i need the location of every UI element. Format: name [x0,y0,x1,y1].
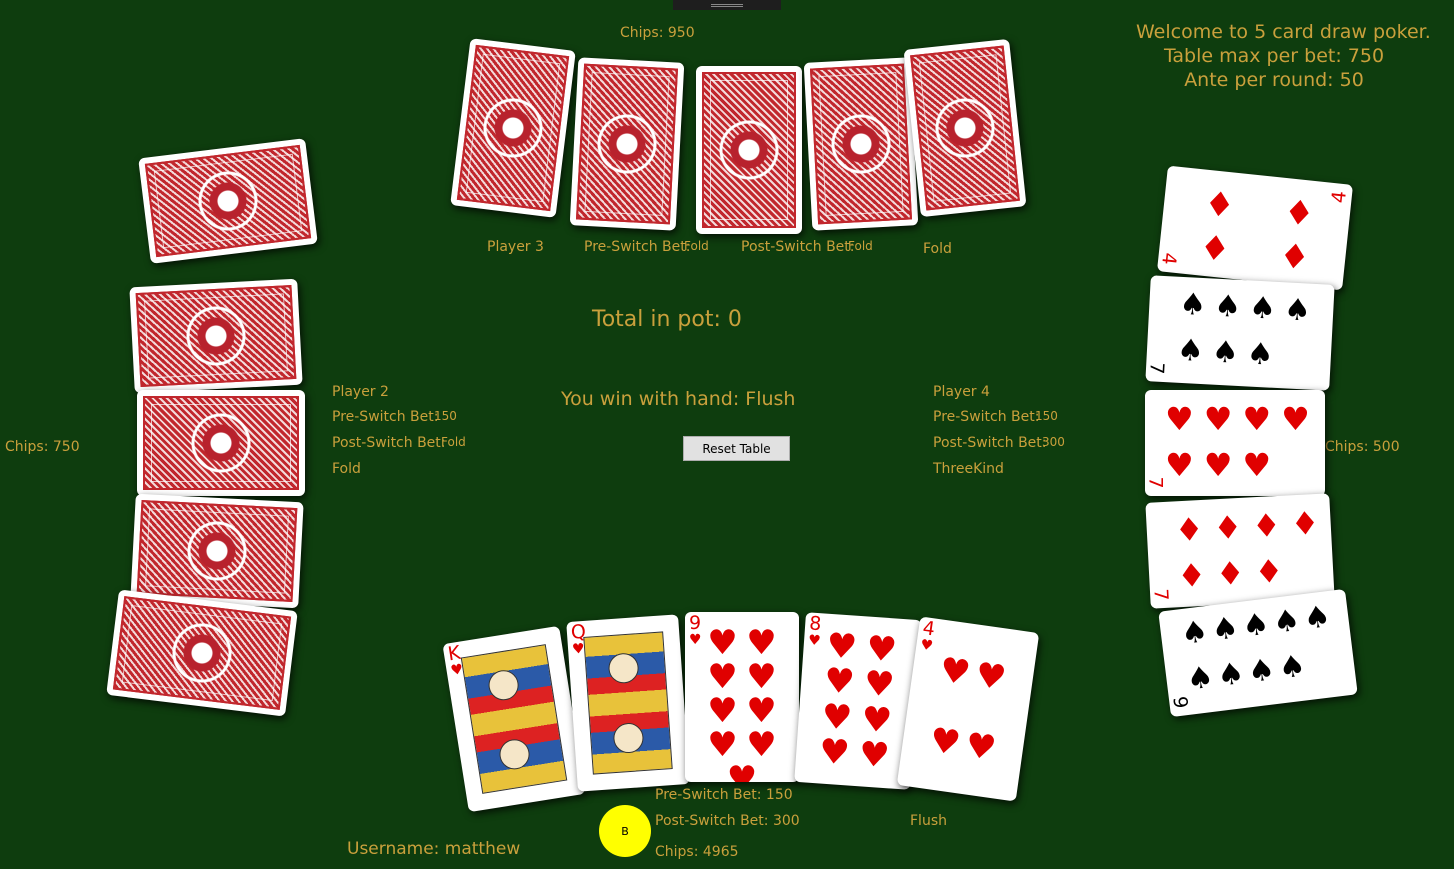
dealer-button: B [599,805,651,857]
diamond-icon: ♦ [1277,235,1312,279]
player2-pre-switch-value: 150 [434,409,457,423]
player4-chips: Chips: 500 [1325,439,1400,455]
playing-card: 9 ♠♠♠♠♠ ♠♠♠♠ [1158,588,1358,718]
win-message: You win with hand: Flush [561,388,796,410]
heart-icon: ♥ [919,636,935,655]
player2-pre-switch-label: Pre-Switch Bet: [332,409,439,425]
welcome-line: Welcome to 5 card draw poker. [1136,21,1431,43]
player4-post-switch-label: Post-Switch Bet: [933,435,1047,451]
card-back [106,589,298,717]
queen-figure [583,631,673,775]
player4-name: Player 4 [933,384,990,400]
diamond-pips: ♦♦♦♦ [1173,503,1331,550]
reset-table-button[interactable]: Reset Table [683,436,790,461]
heart-pips: ♥♥♥♥ [1165,400,1320,438]
player4-hand-result: ThreeKind [933,461,1004,477]
spade-pips: ♠♠♠♠ [1184,647,1312,698]
diamond-pips: ♦♦♦ [1176,551,1295,596]
player3-pre-switch-value: Fold [684,239,709,253]
spade-pips: ♠♠♠♠ [1178,286,1320,330]
playing-card: 7 ♠♠♠♠ ♠♠♠ [1145,275,1335,391]
card-rank: 8 [808,612,823,636]
ante-line: Ante per round: 50 [1184,69,1364,91]
card-back [138,138,318,264]
player2-name: Player 2 [332,384,389,400]
heart-icon: ♥ [807,632,822,650]
diamond-icon: ♦ [1202,183,1237,227]
player2-chips: Chips: 750 [5,439,80,455]
player4-pre-switch-label: Pre-Switch Bet: [933,409,1040,425]
card-rank: 4 [1327,189,1351,205]
spade-pips: ♠♠♠ [1176,332,1283,374]
card-rank: 7 [1149,588,1173,602]
player3-pre-switch-label: Pre-Switch Bet: [584,239,691,255]
heart-pips: ♥ ♥ ♥ ♥ ♥ ♥ ♥ ♥ [817,625,899,777]
card-back [137,390,305,496]
player3-post-switch-label: Post-Switch Bet: [741,239,855,255]
window-drag-handle[interactable] [673,0,781,10]
card-back [129,278,303,394]
card-rank: 9 [1168,695,1192,710]
card-back [803,57,919,231]
player3-hand-result: Fold [923,241,952,257]
player3-name: Player 3 [487,239,544,255]
card-back [450,38,576,218]
card-rank: 7 [1145,361,1168,375]
king-figure [460,644,568,794]
diamond-icon: ♦ [1281,192,1317,236]
playing-card: 4 4 ♦ ♦ ♦ ♦ [1156,165,1354,291]
player1-post-switch-bet: Post-Switch Bet: 300 [655,813,800,829]
heart-pips: ♥♥♥ [1165,446,1282,484]
playing-card[interactable]: 9 ♥ ♥ ♥ ♥ ♥ ♥ ♥ ♥ ♥ ♥ [685,612,799,782]
player3-chips: Chips: 950 [620,25,695,41]
username-label: Username: matthew [347,839,521,859]
diamond-icon: ♦ [1197,227,1233,271]
playing-card[interactable]: 4 ♥ ♥ ♥ ♥ ♥ [896,616,1040,802]
pot-total: Total in pot: 0 [592,307,742,332]
heart-icon: ♥ [689,632,702,648]
player4-post-switch-value: 300 [1042,435,1065,449]
card-back [130,493,304,609]
welcome-panel: Welcome to 5 card draw poker. Table max … [1136,20,1431,92]
playing-card: 7 ♥♥♥♥ ♥♥♥ [1145,390,1325,496]
heart-pips: ♥♥♥♥ [927,649,1009,769]
card-back [696,66,802,234]
player1-chips: Chips: 4965 [655,844,739,860]
player4-pre-switch-value: 150 [1035,409,1058,423]
card-rank: 9 [689,612,702,634]
card-rank: 4 [1157,251,1181,266]
spade-pips: ♠♠♠♠♠ [1179,598,1337,653]
card-back [903,38,1027,218]
player2-post-switch-value: Fold [441,435,466,449]
playing-card: 7 ♦♦♦♦ ♦♦♦ [1145,493,1335,609]
player2-post-switch-label: Post-Switch Bet: [332,435,446,451]
player1-hand-result: Flush [910,813,947,829]
heart-pips: ♥ ♥ ♥ ♥ ♥ ♥ ♥ ♥ ♥ [707,623,777,782]
playing-card[interactable]: K ♥ [442,625,586,813]
player3-post-switch-value: Fold [848,239,873,253]
card-rank: 7 [1145,476,1167,489]
player1-pre-switch-bet: Pre-Switch Bet: 150 [655,787,793,803]
player2-hand-result: Fold [332,461,361,477]
card-back [569,57,685,231]
table-max-line: Table max per bet: 750 [1163,45,1385,67]
playing-card[interactable]: Q ♥ [566,614,690,792]
